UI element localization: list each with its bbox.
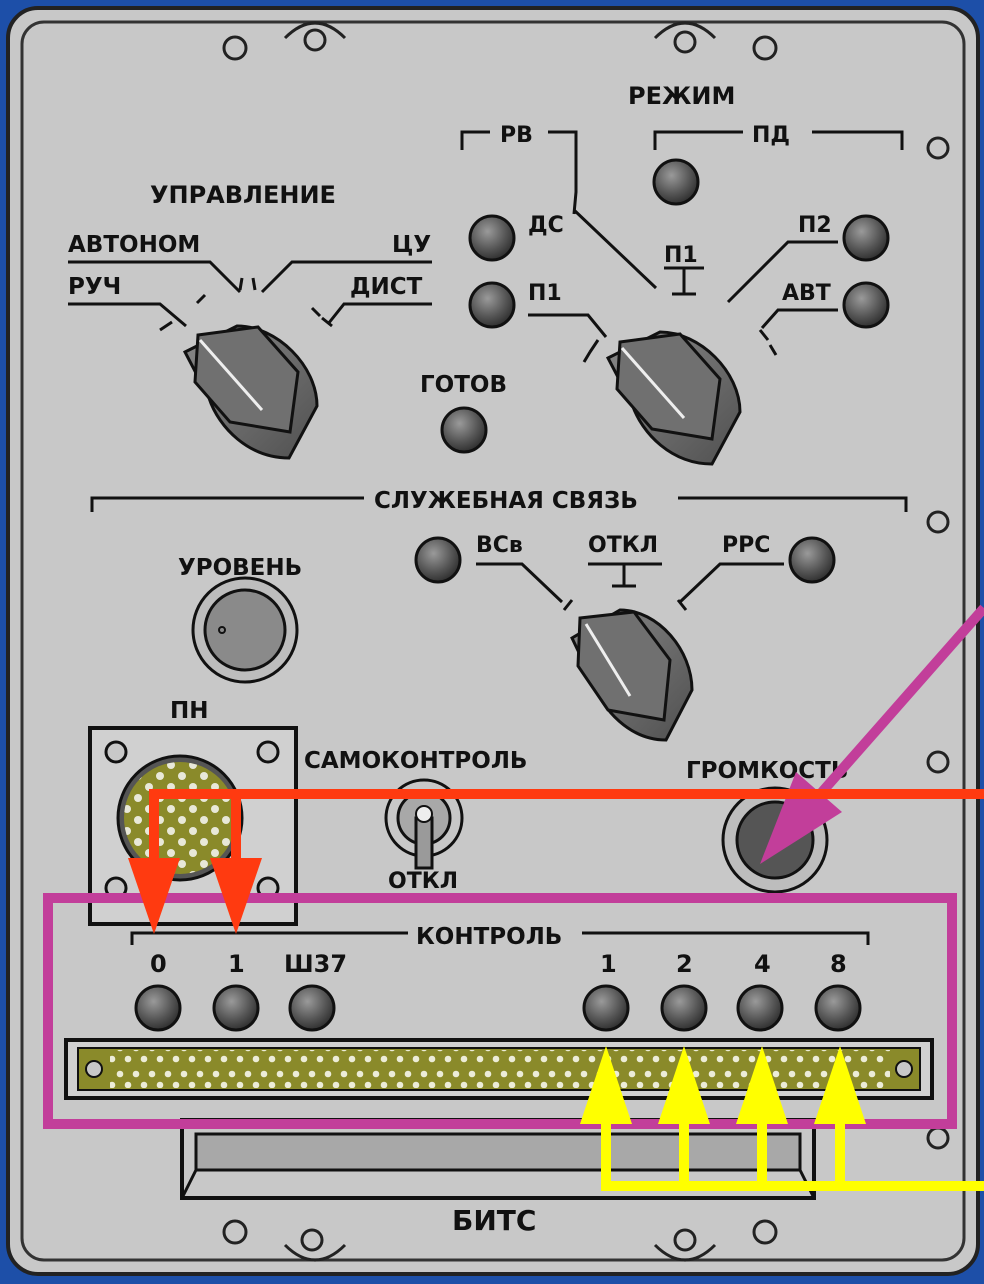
label-vsv: ВСв: [476, 533, 523, 558]
indicator-lamp-icon: [212, 984, 260, 1032]
label-gotov: ГОТОВ: [420, 372, 507, 398]
label-rrs: РРС: [722, 533, 770, 558]
label-avtonom: АВТОНОМ: [68, 232, 200, 258]
indicator-lamp-icon: [134, 984, 182, 1032]
label-rv: РВ: [500, 123, 533, 148]
label-sluzhebnaya-svyaz: СЛУЖЕБНАЯ СВЯЗЬ: [374, 488, 638, 514]
label-upravlenie: УПРАВЛЕНИЕ: [150, 181, 336, 209]
connector-strip: [64, 1038, 934, 1100]
indicator-lamp-icon: [414, 536, 462, 584]
indicator-lamp-icon: [468, 214, 516, 262]
label-pn: ПН: [170, 698, 209, 724]
indicator-lamp-icon: [440, 406, 488, 454]
bits-panel-diagram: РЕЖИМ РВ ПД УПРАВЛЕНИЕ АВТОНОМ ЦУ РУЧ ДИ…: [0, 0, 984, 1280]
label-rezhim: РЕЖИМ: [628, 82, 735, 110]
indicator-lamp-icon: [468, 281, 516, 329]
label-otkl-toggle: ОТКЛ: [388, 869, 458, 894]
label-k0: 0: [150, 950, 167, 978]
label-avt: АВТ: [782, 281, 831, 306]
label-b1: 1: [600, 950, 617, 978]
label-k1: 1: [228, 950, 245, 978]
label-bits: БИТС: [452, 1204, 536, 1237]
label-b8: 8: [830, 950, 847, 978]
label-kontrol: КОНТРОЛЬ: [416, 924, 562, 950]
label-ruch: РУЧ: [68, 274, 121, 300]
indicator-lamp-icon: [736, 984, 784, 1032]
indicator-lamp-icon: [582, 984, 630, 1032]
label-b4: 4: [754, 950, 771, 978]
label-sh37: Ш37: [284, 950, 347, 978]
label-b2: 2: [676, 950, 693, 978]
label-samokontrol: САМОКОНТРОЛЬ: [304, 748, 527, 774]
label-p1-left: П1: [528, 281, 562, 306]
indicator-lamp-icon: [842, 214, 890, 262]
indicator-lamp-icon: [842, 281, 890, 329]
indicator-lamp-icon: [788, 536, 836, 584]
diagram-canvas: РЕЖИМ РВ ПД УПРАВЛЕНИЕ АВТОНОМ ЦУ РУЧ ДИ…: [6, 6, 984, 1276]
label-ds: ДС: [528, 213, 564, 238]
indicator-lamp-icon: [288, 984, 336, 1032]
level-knob-icon[interactable]: [191, 576, 299, 684]
label-tsu: ЦУ: [392, 232, 431, 258]
label-p2: П2: [798, 213, 832, 238]
label-dist: ДИСТ: [350, 274, 423, 300]
label-pd: ПД: [752, 123, 790, 148]
label-otkl-center: ОТКЛ: [588, 533, 658, 558]
indicator-lamp-icon: [660, 984, 708, 1032]
indicator-lamp-icon: [652, 158, 700, 206]
label-p1-center: П1: [664, 243, 698, 268]
indicator-lamp-icon: [814, 984, 862, 1032]
